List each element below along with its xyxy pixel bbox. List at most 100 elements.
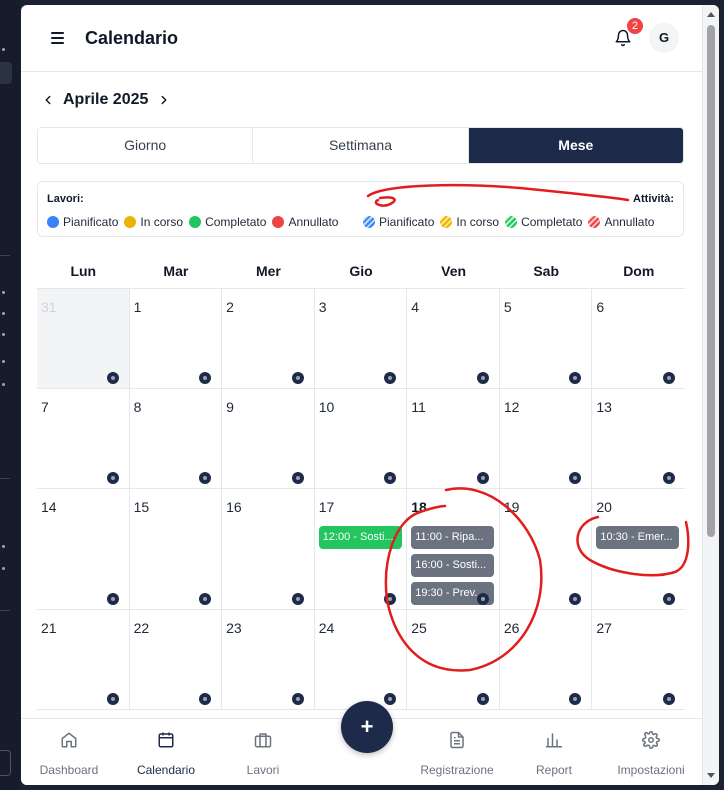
- add-event-dot[interactable]: [106, 593, 119, 605]
- chevron-left-icon[interactable]: [39, 91, 57, 109]
- add-event-dot[interactable]: [291, 372, 304, 384]
- bar-chart-icon: [545, 733, 563, 748]
- day-cell[interactable]: 2: [222, 289, 315, 388]
- add-event-dot[interactable]: [569, 693, 582, 705]
- legend-label: In corso: [140, 215, 184, 229]
- day-cell[interactable]: 10: [315, 389, 408, 488]
- event-chip[interactable]: 10:30 - Emer...: [596, 526, 680, 549]
- event-chip[interactable]: 16:00 - Sosti...: [411, 554, 495, 577]
- scroll-down-icon[interactable]: [707, 773, 715, 778]
- nav-impostazioni[interactable]: Impostazioni: [603, 719, 699, 785]
- tab-settimana[interactable]: Settimana: [253, 128, 469, 163]
- day-number: 24: [318, 620, 335, 636]
- add-event-dot[interactable]: [384, 693, 397, 705]
- add-event-dot[interactable]: [569, 372, 582, 384]
- event-chip-completed[interactable]: 12:00 - Sosti...: [318, 526, 402, 549]
- month-label: Aprile 2025: [63, 91, 149, 108]
- scrollbar[interactable]: [702, 5, 719, 785]
- menu-icon[interactable]: [51, 32, 64, 44]
- add-event-dot[interactable]: [291, 472, 304, 484]
- add-event-dot[interactable]: [106, 693, 119, 705]
- event-chip[interactable]: 11:00 - Ripa...: [411, 526, 495, 549]
- scrollbar-thumb[interactable]: [707, 25, 715, 537]
- day-cell[interactable]: 25: [407, 610, 500, 709]
- nav-label: Calendario: [136, 763, 196, 777]
- day-cell[interactable]: 11: [407, 389, 500, 488]
- day-cell[interactable]: 22: [130, 610, 223, 709]
- add-event-dot[interactable]: [384, 372, 397, 384]
- day-number: 9: [226, 399, 234, 415]
- home-icon: [61, 732, 77, 748]
- day-number: 1: [133, 299, 142, 315]
- day-number: 8: [133, 399, 142, 415]
- add-event-dot[interactable]: [662, 693, 675, 705]
- add-event-dot[interactable]: [106, 472, 119, 484]
- add-event-dot[interactable]: [199, 372, 212, 384]
- add-event-dot[interactable]: [476, 372, 489, 384]
- weekday-label: Sab: [533, 263, 560, 279]
- day-cell[interactable]: 17 12:00 - Sosti...: [315, 489, 408, 609]
- day-cell[interactable]: 8: [130, 389, 223, 488]
- day-cell[interactable]: 3: [315, 289, 408, 388]
- day-number: 16: [226, 499, 242, 515]
- weekday-header: Lun Mar Mer Gio Ven Sab Dom: [37, 259, 685, 289]
- day-cell[interactable]: 6: [592, 289, 685, 388]
- add-event-dot[interactable]: [199, 593, 212, 605]
- day-cell[interactable]: 23: [222, 610, 315, 709]
- nav-lavori[interactable]: Lavori: [215, 719, 311, 785]
- add-event-dot[interactable]: [662, 372, 675, 384]
- day-cell[interactable]: 16: [222, 489, 315, 609]
- day-cell[interactable]: 20 10:30 - Emer...: [592, 489, 685, 609]
- legend-lavori-row: Pianificato In corso Completato Annullat…: [47, 215, 344, 229]
- legend-label: Annullato: [604, 215, 655, 229]
- day-cell[interactable]: 9: [222, 389, 315, 488]
- day-cell[interactable]: 27: [592, 610, 685, 709]
- status-swatch-hatched: [505, 216, 518, 228]
- day-cell[interactable]: 4: [407, 289, 500, 388]
- day-cell-outside-month[interactable]: 31: [37, 289, 130, 388]
- day-cell[interactable]: 1: [130, 289, 223, 388]
- day-number: 3: [318, 299, 327, 315]
- tab-mese[interactable]: Mese: [468, 128, 683, 163]
- day-cell[interactable]: 14: [37, 489, 130, 609]
- nav-dashboard[interactable]: Dashboard: [21, 719, 117, 785]
- day-cell-today[interactable]: 18 11:00 - Ripa... 16:00 - Sosti... 19:3…: [407, 489, 500, 609]
- add-event-dot[interactable]: [662, 472, 675, 484]
- week-row: 31 1 2 3 4 5 6: [37, 289, 685, 389]
- add-event-dot[interactable]: [199, 693, 212, 705]
- day-cell[interactable]: 19: [500, 489, 593, 609]
- weekday-label: Dom: [623, 263, 655, 279]
- avatar[interactable]: G: [649, 23, 679, 53]
- day-cell[interactable]: 12: [500, 389, 593, 488]
- add-event-dot[interactable]: [476, 472, 489, 484]
- add-event-dot[interactable]: [569, 472, 582, 484]
- calendar-icon: [158, 732, 174, 748]
- day-cell[interactable]: 15: [130, 489, 223, 609]
- add-button[interactable]: +: [341, 701, 393, 753]
- day-cell[interactable]: 21: [37, 610, 130, 709]
- weekday-label: Ven: [441, 263, 467, 279]
- add-event-dot[interactable]: [476, 693, 489, 705]
- add-event-dot[interactable]: [384, 472, 397, 484]
- add-event-dot[interactable]: [291, 693, 304, 705]
- day-cell[interactable]: 7: [37, 389, 130, 488]
- nav-registrazione[interactable]: Registrazione: [409, 719, 505, 785]
- chevron-right-icon[interactable]: [155, 91, 173, 109]
- day-cell[interactable]: 24: [315, 610, 408, 709]
- day-number: 18: [411, 499, 427, 515]
- add-event-dot[interactable]: [569, 593, 582, 605]
- add-event-dot[interactable]: [291, 593, 304, 605]
- day-cell[interactable]: 5: [500, 289, 593, 388]
- nav-calendario[interactable]: Calendario: [118, 719, 214, 785]
- scroll-up-icon[interactable]: [707, 12, 715, 17]
- add-event-dot[interactable]: [476, 593, 489, 605]
- tab-giorno[interactable]: Giorno: [38, 128, 254, 163]
- day-cell[interactable]: 13: [592, 389, 685, 488]
- day-cell[interactable]: 26: [500, 610, 593, 709]
- add-event-dot[interactable]: [662, 593, 675, 605]
- legend-item: In corso: [440, 215, 499, 229]
- nav-report[interactable]: Report: [506, 719, 602, 785]
- add-event-dot[interactable]: [384, 593, 397, 605]
- add-event-dot[interactable]: [199, 472, 212, 484]
- add-event-dot[interactable]: [106, 372, 119, 384]
